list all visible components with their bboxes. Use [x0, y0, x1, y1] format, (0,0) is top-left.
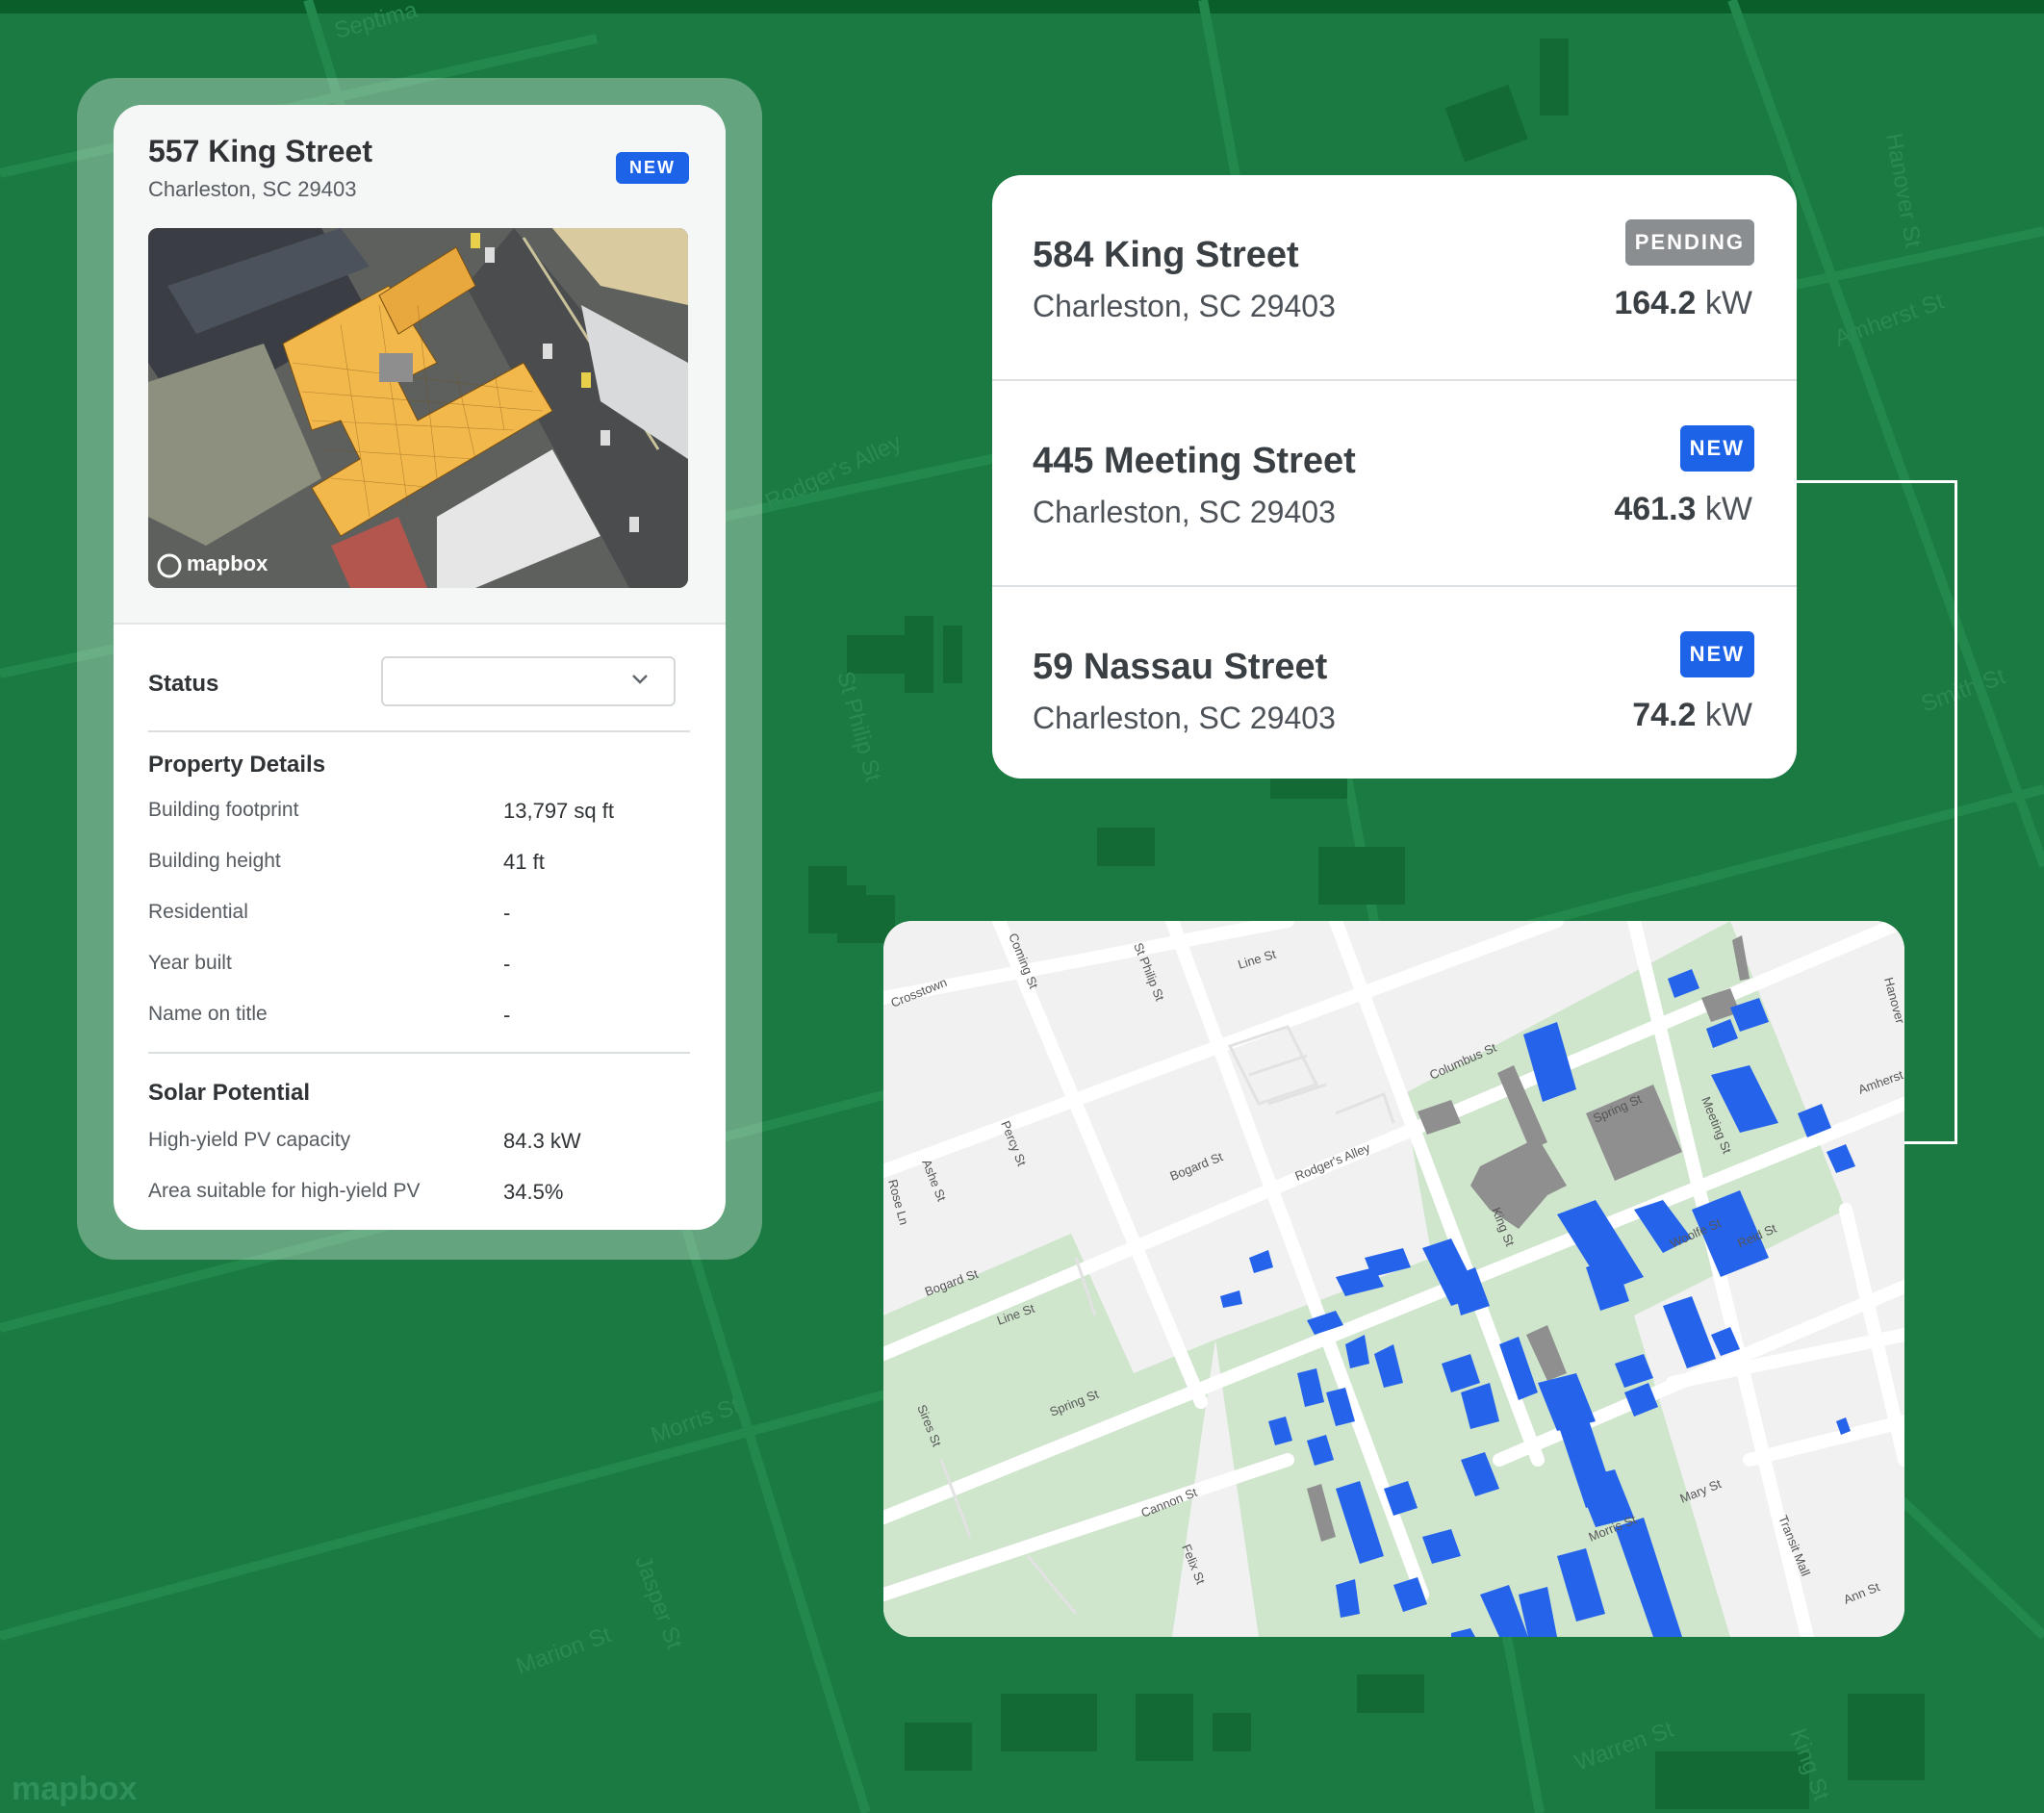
property-details-title: Property Details [148, 752, 326, 778]
detail-row-label: Building height [148, 850, 281, 872]
detail-row-value: 84.3 kW [503, 1129, 581, 1153]
property-detail-card: 557 King Street Charleston, SC 29403 NEW [114, 105, 726, 1230]
capacity-unit: kW [1704, 697, 1752, 733]
detail-row: Residential - [148, 901, 687, 939]
property-name: 445 Meeting Street [1033, 441, 1356, 481]
aerial-image[interactable]: mapbox [148, 228, 688, 588]
status-badge: NEW [1679, 631, 1754, 677]
status-label: Status [148, 671, 219, 697]
capacity-unit: kW [1704, 285, 1752, 321]
property-name: 584 King Street [1033, 235, 1299, 275]
list-item[interactable]: 584 King Street Charleston, SC 29403 PEN… [992, 175, 1797, 381]
detail-row-label: Year built [148, 952, 232, 974]
property-capacity: 461.3 kW [1614, 491, 1752, 528]
property-name: 59 Nassau Street [1033, 647, 1328, 687]
detail-row-value: 41 ft [503, 850, 545, 874]
capacity-unit: kW [1704, 491, 1752, 527]
solar-potential-title: Solar Potential [148, 1080, 311, 1106]
capacity-value: 74.2 [1632, 697, 1697, 733]
capacity-value: 164.2 [1614, 285, 1697, 321]
detail-header: 557 King Street Charleston, SC 29403 NEW [114, 105, 726, 625]
status-badge: NEW [1679, 425, 1754, 472]
street-map[interactable]: Line St Coming St St Philip St Bogard St… [883, 921, 1904, 1637]
property-city: Charleston, SC 29403 [1033, 701, 1336, 735]
status-row: Status [148, 651, 690, 732]
property-city: Charleston, SC 29403 [1033, 495, 1336, 529]
status-dropdown[interactable] [381, 656, 676, 706]
street-map-graphic: Line St Coming St St Philip St Bogard St… [883, 921, 1904, 1637]
detail-row-label: Building footprint [148, 799, 299, 821]
list-item[interactable]: 59 Nassau Street Charleston, SC 29403 NE… [992, 587, 1797, 779]
detail-title: 557 King Street [148, 134, 372, 168]
detail-row-value: 34.5% [503, 1180, 564, 1204]
property-city: Charleston, SC 29403 [1033, 289, 1336, 323]
detail-row: Building footprint 13,797 sq ft [148, 799, 687, 837]
detail-row: Area suitable for high-yield PV 34.5% [148, 1180, 687, 1218]
detail-row: Year built - [148, 952, 687, 990]
status-badge: PENDING [1624, 219, 1754, 266]
property-list: 584 King Street Charleston, SC 29403 PEN… [992, 175, 1797, 779]
image-attribution: mapbox [187, 551, 268, 575]
property-capacity: 164.2 kW [1614, 285, 1752, 322]
detail-row-value: - [503, 1003, 511, 1027]
detail-row-value: 13,797 sq ft [503, 799, 614, 823]
section-divider [148, 1052, 690, 1054]
aerial-roof-graphic [148, 228, 688, 588]
detail-row-label: Residential [148, 901, 248, 923]
capacity-value: 461.3 [1614, 491, 1697, 527]
chevron-down-icon [629, 668, 651, 696]
detail-row: Building height 41 ft [148, 850, 687, 888]
property-capacity: 74.2 kW [1632, 697, 1752, 734]
detail-row-label: High-yield PV capacity [148, 1129, 351, 1151]
detail-subtitle: Charleston, SC 29403 [148, 177, 357, 201]
detail-row-value: - [503, 952, 511, 976]
detail-row: High-yield PV capacity 84.3 kW [148, 1129, 687, 1167]
detail-row-value: - [503, 901, 511, 925]
detail-row-label: Area suitable for high-yield PV [148, 1180, 421, 1202]
svg-text:mapbox: mapbox [12, 1771, 137, 1807]
detail-row: Name on title - [148, 1003, 687, 1041]
list-item[interactable]: 445 Meeting Street Charleston, SC 29403 … [992, 381, 1797, 587]
detail-row-label: Name on title [148, 1003, 268, 1025]
status-badge: NEW [616, 152, 689, 184]
